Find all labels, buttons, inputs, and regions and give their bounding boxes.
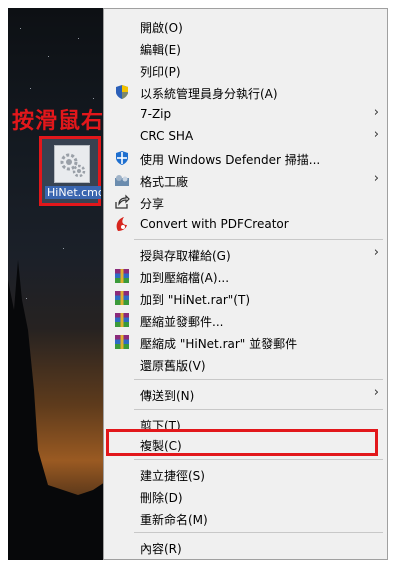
menu-item-pdfcreator[interactable]: Convert with PDFCreator <box>104 213 387 235</box>
menu-item-label: 授與存取權給(G) <box>140 249 231 263</box>
submenu-arrow-icon: › <box>373 385 379 400</box>
submenu-arrow-icon: › <box>373 245 379 260</box>
menu-item-share[interactable]: 分享 <box>104 191 387 213</box>
menu-item-compress-and-email[interactable]: 壓縮並發郵件... <box>104 309 387 331</box>
menu-item-defender-scan[interactable]: 使用 Windows Defender 掃描... <box>104 147 387 169</box>
desktop-file-label: HiNet.cmd <box>45 186 101 199</box>
menu-item-give-access[interactable]: 授與存取權給(G) › <box>104 243 387 265</box>
desktop-background <box>8 8 118 560</box>
menu-item-crc-sha[interactable]: CRC SHA › <box>104 125 387 147</box>
submenu-arrow-icon: › <box>373 105 379 120</box>
winrar-icon <box>114 268 130 284</box>
share-icon <box>114 194 130 210</box>
winrar-icon <box>114 290 130 306</box>
menu-item-label: 內容(R) <box>140 542 182 556</box>
menu-item-label: 加到壓縮檔(A)... <box>140 271 230 285</box>
menu-item-label: 編輯(E) <box>140 43 181 57</box>
menu-item-label: Convert with PDFCreator <box>140 217 289 231</box>
menu-item-compress-hinet-and-email[interactable]: 壓縮成 "HiNet.rar" 並發郵件 <box>104 331 387 353</box>
menu-separator <box>134 379 383 380</box>
menu-item-label: 建立捷徑(S) <box>140 469 205 483</box>
menu-item-open[interactable]: 開啟(O) <box>104 15 387 37</box>
menu-item-label: 以系統管理員身分執行(A) <box>140 87 278 101</box>
menu-separator <box>134 239 383 240</box>
uac-shield-icon <box>114 84 130 100</box>
menu-item-format-factory[interactable]: 格式工廠 › <box>104 169 387 191</box>
menu-item-restore-previous[interactable]: 還原舊版(V) <box>104 353 387 375</box>
menu-item-label: 重新命名(M) <box>140 513 208 527</box>
menu-item-edit[interactable]: 編輯(E) <box>104 37 387 59</box>
menu-item-label: 傳送到(N) <box>140 389 195 403</box>
menu-item-label: 使用 Windows Defender 掃描... <box>140 153 321 167</box>
submenu-arrow-icon: › <box>373 127 379 142</box>
menu-item-7zip[interactable]: 7-Zip › <box>104 103 387 125</box>
menu-item-create-shortcut[interactable]: 建立捷徑(S) <box>104 463 387 485</box>
menu-item-label: 壓縮成 "HiNet.rar" 並發郵件 <box>140 337 298 351</box>
format-factory-icon <box>114 172 130 188</box>
menu-item-delete[interactable]: 刪除(D) <box>104 485 387 507</box>
menu-item-send-to[interactable]: 傳送到(N) › <box>104 383 387 405</box>
menu-item-add-to-archive[interactable]: 加到壓縮檔(A)... <box>104 265 387 287</box>
menu-item-rename[interactable]: 重新命名(M) <box>104 507 387 529</box>
menu-item-label: 分享 <box>140 197 165 211</box>
menu-item-run-as-admin[interactable]: 以系統管理員身分執行(A) <box>104 81 387 103</box>
desktop-file-icon[interactable]: HiNet.cmd <box>39 136 101 206</box>
menu-separator <box>134 532 383 533</box>
menu-item-label: 格式工廠 <box>140 175 189 189</box>
menu-item-label: 開啟(O) <box>140 21 183 35</box>
winrar-icon <box>114 334 130 350</box>
tree-silhouette <box>8 260 118 560</box>
menu-item-print[interactable]: 列印(P) <box>104 59 387 81</box>
menu-item-label: 刪除(D) <box>140 491 183 505</box>
menu-separator <box>134 409 383 410</box>
menu-item-label: 還原舊版(V) <box>140 359 206 373</box>
menu-item-label: 壓縮並發郵件... <box>140 315 224 329</box>
menu-item-label: 列印(P) <box>140 65 181 79</box>
pdfcreator-icon <box>114 216 130 232</box>
winrar-icon <box>114 312 130 328</box>
menu-item-label: 加到 "HiNet.rar"(T) <box>140 293 251 307</box>
menu-separator <box>134 459 383 460</box>
batch-file-gear-icon <box>54 145 90 183</box>
menu-item-properties[interactable]: 內容(R) <box>104 536 387 558</box>
submenu-arrow-icon: › <box>373 171 379 186</box>
windows-defender-icon <box>114 150 130 166</box>
context-menu: 開啟(O) 編輯(E) 列印(P) 以系統管理員身分執行(A) 7-Zip › … <box>103 8 388 560</box>
menu-item-add-to-hinet-rar[interactable]: 加到 "HiNet.rar"(T) <box>104 287 387 309</box>
menu-item-label: CRC SHA <box>140 129 194 143</box>
menu-item-label: 7-Zip <box>140 107 172 121</box>
copy-highlight-box <box>106 429 378 456</box>
